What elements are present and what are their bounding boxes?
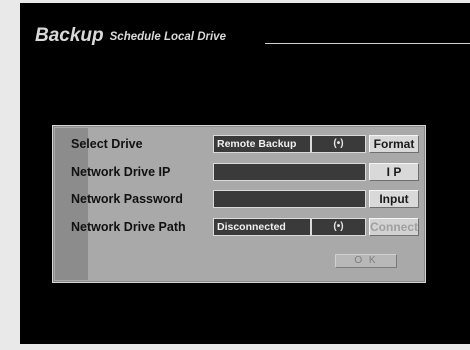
network-path-label: Network Drive Path [71,220,186,234]
ok-button[interactable]: O K [335,254,397,268]
select-drive-label: Select Drive [71,137,143,151]
format-button[interactable]: Format [369,135,419,153]
path-selector-icon[interactable]: (•) [311,218,366,236]
network-password-field[interactable] [213,190,366,208]
select-drive-value[interactable]: Remote Backup [213,135,311,153]
radio-icon: (•) [333,221,344,232]
network-path-value[interactable]: Disconnected [213,218,311,236]
title-row: Backup Schedule Local Drive [35,26,226,45]
select-drive-row: Select Drive Remote Backup (•) Format [71,135,421,153]
network-ip-row: Network Drive IP I P [71,163,421,181]
page-title: Backup [35,25,104,46]
network-password-row: Network Password Input [71,190,421,208]
input-button[interactable]: Input [369,190,419,208]
backup-settings-panel: Select Drive Remote Backup (•) Format Ne… [52,125,426,283]
network-password-label: Network Password [71,192,183,206]
network-path-row: Network Drive Path Disconnected (•) Conn… [71,218,421,236]
drive-selector-icon[interactable]: (•) [311,135,366,153]
connect-button[interactable]: Connect [369,218,419,236]
network-ip-field[interactable] [213,163,366,181]
title-divider [265,43,470,44]
radio-icon: (•) [333,138,344,149]
network-ip-label: Network Drive IP [71,165,171,179]
page-subtitle: Schedule Local Drive [109,31,226,43]
ip-button[interactable]: I P [369,163,419,181]
